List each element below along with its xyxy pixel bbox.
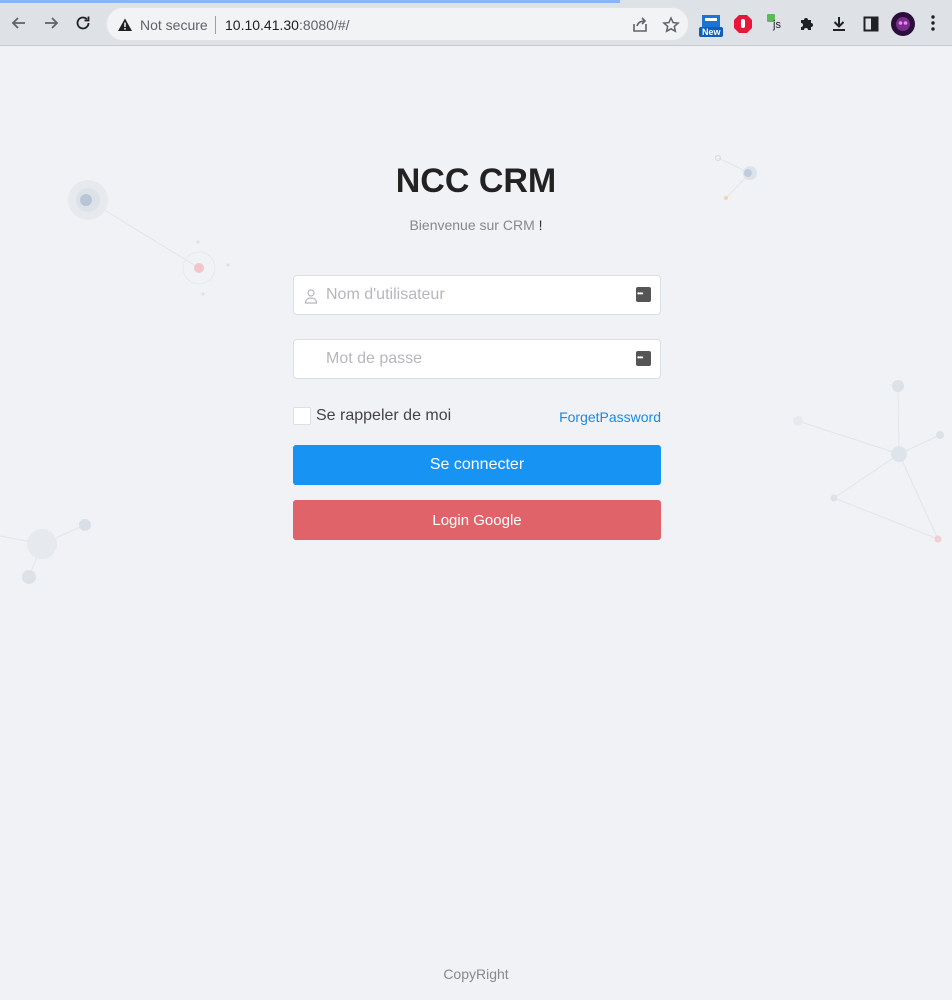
- puzzle-icon: [801, 18, 813, 30]
- download-icon[interactable]: [828, 13, 850, 35]
- username-input[interactable]: [326, 276, 626, 314]
- browser-toolbar: Not secure 10.10.41.30:8080/#/ New js: [0, 0, 952, 46]
- url-text[interactable]: 10.10.41.30:8080/#/: [225, 17, 350, 33]
- copyright: CopyRight: [443, 966, 509, 982]
- reload-icon: [76, 16, 90, 30]
- puzzle-extensions-icon[interactable]: [796, 13, 818, 35]
- bookmark-star-icon[interactable]: [662, 16, 680, 34]
- login-page: NCC CRM Bienvenue sur CRM ! Se rappeler …: [0, 46, 952, 1000]
- side-panel-icon: [863, 16, 879, 32]
- omnibox-divider: [215, 16, 216, 34]
- password-field[interactable]: [293, 339, 661, 379]
- avatar-icon: [891, 12, 915, 36]
- login-button[interactable]: Se connecter: [293, 445, 661, 485]
- google-login-button[interactable]: Login Google: [293, 500, 661, 540]
- password-input[interactable]: [326, 340, 626, 378]
- share-icon[interactable]: [631, 16, 649, 34]
- profile-avatar-icon[interactable]: [891, 12, 915, 36]
- password-manager-icon[interactable]: [636, 287, 651, 302]
- page-title: NCC CRM: [395, 162, 557, 200]
- remember-me[interactable]: Se rappeler de moi: [293, 407, 451, 425]
- forward-arrow-icon: [45, 17, 59, 29]
- security-status[interactable]: Not secure: [140, 17, 208, 33]
- sidepanel-icon[interactable]: [860, 13, 882, 35]
- new-badge-extension-icon[interactable]: New: [699, 14, 723, 38]
- forward-button[interactable]: [39, 11, 63, 35]
- url-host: 10.10.41.30: [225, 17, 299, 33]
- tab-strip: [0, 0, 620, 3]
- user-icon: [304, 289, 318, 304]
- browser-menu-icon[interactable]: [931, 15, 935, 31]
- password-manager-icon[interactable]: [636, 351, 651, 366]
- remember-checkbox[interactable]: [293, 407, 311, 425]
- js-extension-icon[interactable]: js: [764, 13, 786, 35]
- username-field[interactable]: [293, 275, 661, 315]
- welcome-subtitle: Bienvenue sur CRM !: [0, 217, 952, 233]
- js-label: js: [773, 19, 781, 31]
- stop-hand-icon: [734, 15, 752, 33]
- download-arrow-icon: [833, 17, 845, 31]
- url-path: :8080/#/: [298, 17, 350, 33]
- reload-button[interactable]: [71, 11, 95, 35]
- back-arrow-icon: [11, 17, 25, 29]
- welcome-text: Bienvenue sur CRM: [409, 217, 535, 233]
- address-bar[interactable]: Not secure 10.10.41.30:8080/#/: [106, 7, 689, 41]
- new-badge-label: New: [702, 27, 721, 37]
- welcome-mark: !: [538, 217, 543, 233]
- adblock-extension-icon[interactable]: [732, 13, 754, 35]
- back-button[interactable]: [7, 11, 31, 35]
- forget-password-link[interactable]: ForgetPassword: [559, 409, 661, 425]
- remember-label[interactable]: Se rappeler de moi: [316, 407, 451, 425]
- warning-icon: [118, 18, 132, 31]
